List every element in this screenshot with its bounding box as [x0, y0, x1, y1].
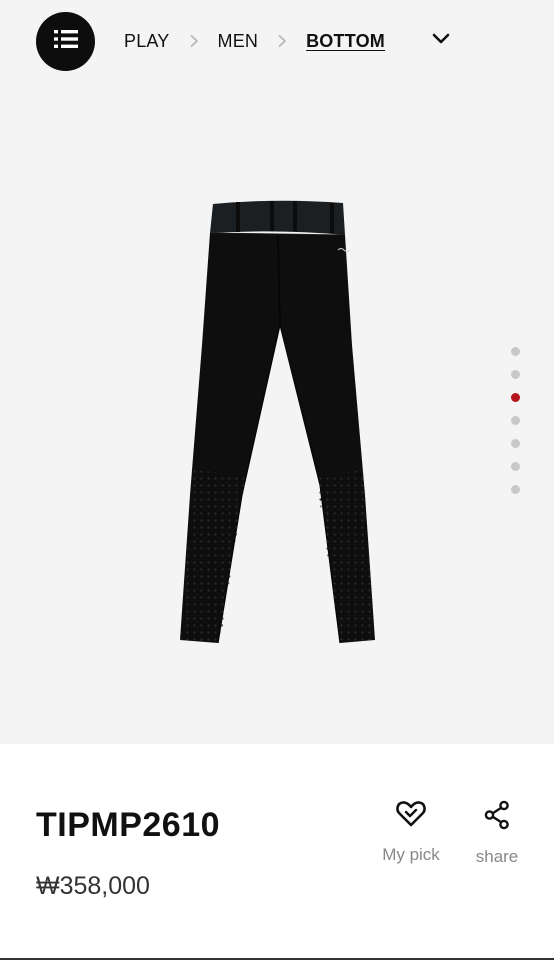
gallery-pagination	[509, 347, 521, 508]
product-name: TIPMP2610	[36, 806, 221, 844]
gallery-dot-7[interactable]	[510, 485, 520, 494]
breadcrumb: PLAY MEN BOTTOM	[124, 28, 385, 54]
chevron-right-icon	[258, 34, 306, 48]
gallery-dot-4[interactable]	[510, 416, 520, 425]
product-info: TIPMP2610 ₩358,000 My pick share	[0, 744, 554, 960]
my-pick-label: My pick	[382, 845, 440, 864]
my-pick-button[interactable]: My pick	[371, 800, 451, 865]
breadcrumb-bottom[interactable]: BOTTOM	[306, 31, 385, 52]
gallery-dot-2[interactable]	[510, 370, 520, 379]
gallery-dot-6[interactable]	[510, 462, 520, 471]
chevron-down-icon	[432, 32, 450, 50]
breadcrumb-men[interactable]: MEN	[218, 31, 259, 52]
breadcrumb-play[interactable]: PLAY	[124, 31, 170, 52]
heart-icon	[395, 800, 427, 833]
product-image-pants[interactable]	[170, 195, 386, 650]
product-gallery: PLAY MEN BOTTOM	[0, 0, 554, 744]
gallery-dot-1[interactable]	[510, 347, 520, 356]
product-price: ₩358,000	[36, 872, 150, 900]
share-button[interactable]: share	[457, 800, 537, 867]
gallery-dot-5[interactable]	[510, 439, 520, 448]
share-label: share	[475, 847, 519, 866]
chevron-right-icon	[170, 34, 218, 48]
share-icon	[483, 800, 511, 835]
list-icon	[53, 29, 78, 54]
menu-button[interactable]	[36, 12, 95, 71]
category-dropdown-button[interactable]	[428, 28, 454, 54]
gallery-dot-3[interactable]	[510, 393, 520, 402]
